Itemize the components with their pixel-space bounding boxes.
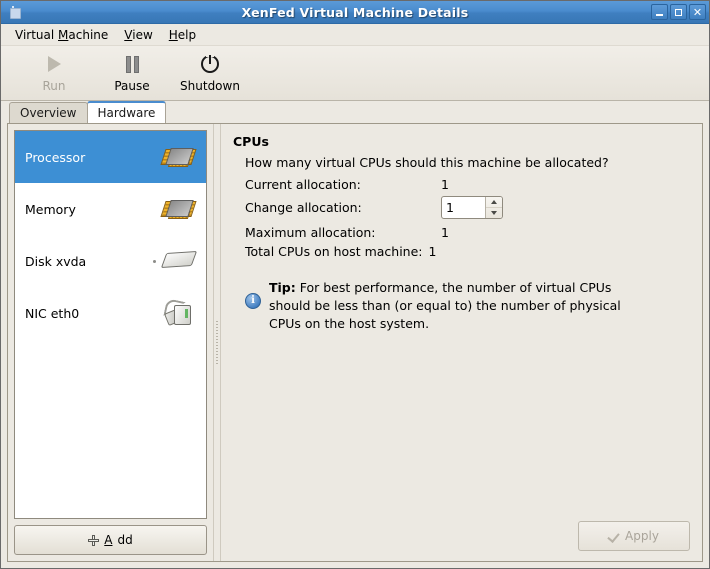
maximize-icon[interactable] — [670, 4, 687, 20]
add-button-mnemonic: A — [104, 533, 112, 547]
spinner-up-icon[interactable] — [486, 197, 502, 208]
section-title: CPUs — [233, 134, 692, 149]
hardware-item-nic[interactable]: NIC eth0 — [15, 287, 206, 339]
vm-details-window: XenFed Virtual Machine Details ✕ Virtual… — [0, 0, 710, 569]
hardware-panel: Processor Memory — [7, 123, 703, 562]
maximum-allocation-value: 1 — [441, 225, 449, 240]
total-host-cpus-label: Total CPUs on host machine: — [245, 244, 423, 259]
spinner-buttons — [485, 197, 502, 218]
network-plug-icon — [162, 296, 196, 330]
info-icon: i — [245, 293, 261, 309]
hardware-sidebar: Processor Memory — [8, 124, 213, 561]
hardware-list[interactable]: Processor Memory — [14, 130, 207, 519]
change-allocation-input[interactable] — [442, 197, 485, 218]
menu-virtual-machine[interactable]: Virtual Machine — [7, 26, 116, 44]
details-action-bar: Apply — [231, 521, 692, 553]
splitter-grip — [216, 321, 218, 365]
row-current-allocation: Current allocation: 1 — [245, 177, 692, 192]
titlebar: XenFed Virtual Machine Details ✕ — [1, 1, 709, 24]
apply-button[interactable]: Apply — [578, 521, 690, 551]
content-area: Processor Memory — [1, 123, 709, 568]
menubar: Virtual Machine View Help — [1, 24, 709, 46]
tab-overview[interactable]: Overview — [9, 102, 88, 123]
panel-splitter[interactable] — [213, 124, 221, 561]
hardware-item-label: NIC eth0 — [25, 306, 79, 321]
cpu-chip-icon — [162, 140, 196, 174]
tip-body: For best performance, the number of virt… — [269, 280, 621, 331]
check-icon — [609, 531, 620, 542]
current-allocation-label: Current allocation: — [245, 177, 441, 192]
current-allocation-value: 1 — [441, 177, 449, 192]
pause-icon — [126, 52, 139, 76]
minimize-icon[interactable] — [651, 4, 668, 20]
toolbar: Run Pause Shutdown — [1, 46, 709, 101]
window-title: XenFed Virtual Machine Details — [1, 5, 709, 20]
hardware-item-label: Disk xvda — [25, 254, 86, 269]
power-icon — [201, 52, 219, 76]
tip-prefix: Tip: — [269, 280, 296, 295]
shutdown-button-label: Shutdown — [180, 79, 240, 93]
apply-button-label: Apply — [625, 529, 659, 543]
shutdown-button[interactable]: Shutdown — [171, 48, 249, 93]
tip-box: i Tip: For best performance, the number … — [245, 279, 635, 333]
hardware-item-processor[interactable]: Processor — [15, 131, 206, 183]
run-button-label: Run — [42, 79, 65, 93]
menu-help[interactable]: Help — [161, 26, 204, 44]
add-hardware-button[interactable]: Add — [14, 525, 207, 555]
row-total-host-cpus: Total CPUs on host machine: 1 — [245, 244, 692, 259]
hardware-item-disk[interactable]: Disk xvda — [15, 235, 206, 287]
pause-button[interactable]: Pause — [93, 48, 171, 93]
hardware-item-memory[interactable]: Memory — [15, 183, 206, 235]
app-icon — [7, 4, 23, 20]
close-icon[interactable]: ✕ — [689, 4, 706, 20]
add-button-label: dd — [117, 533, 132, 547]
cpu-form: How many virtual CPUs should this machin… — [245, 155, 692, 263]
tip-text: Tip: For best performance, the number of… — [269, 279, 635, 333]
cpu-prompt: How many virtual CPUs should this machin… — [245, 155, 692, 170]
plus-icon — [88, 535, 99, 546]
row-maximum-allocation: Maximum allocation: 1 — [245, 225, 692, 240]
change-allocation-label: Change allocation: — [245, 200, 441, 215]
memory-chip-icon — [162, 192, 196, 226]
cpu-details-pane: CPUs How many virtual CPUs should this m… — [221, 124, 702, 561]
run-button[interactable]: Run — [15, 48, 93, 93]
hardware-item-label: Processor — [25, 150, 85, 165]
change-allocation-spinner[interactable] — [441, 196, 503, 219]
hardware-item-label: Memory — [25, 202, 76, 217]
tabstrip: Overview Hardware — [1, 101, 709, 123]
spinner-down-icon[interactable] — [486, 208, 502, 218]
tab-hardware[interactable]: Hardware — [87, 101, 167, 123]
window-controls: ✕ — [651, 4, 706, 20]
maximum-allocation-label: Maximum allocation: — [245, 225, 441, 240]
pause-button-label: Pause — [114, 79, 149, 93]
play-icon — [48, 52, 61, 76]
menu-view[interactable]: View — [116, 26, 160, 44]
total-host-cpus-value: 1 — [429, 244, 437, 259]
row-change-allocation: Change allocation: — [245, 196, 692, 219]
disk-icon — [162, 244, 196, 278]
